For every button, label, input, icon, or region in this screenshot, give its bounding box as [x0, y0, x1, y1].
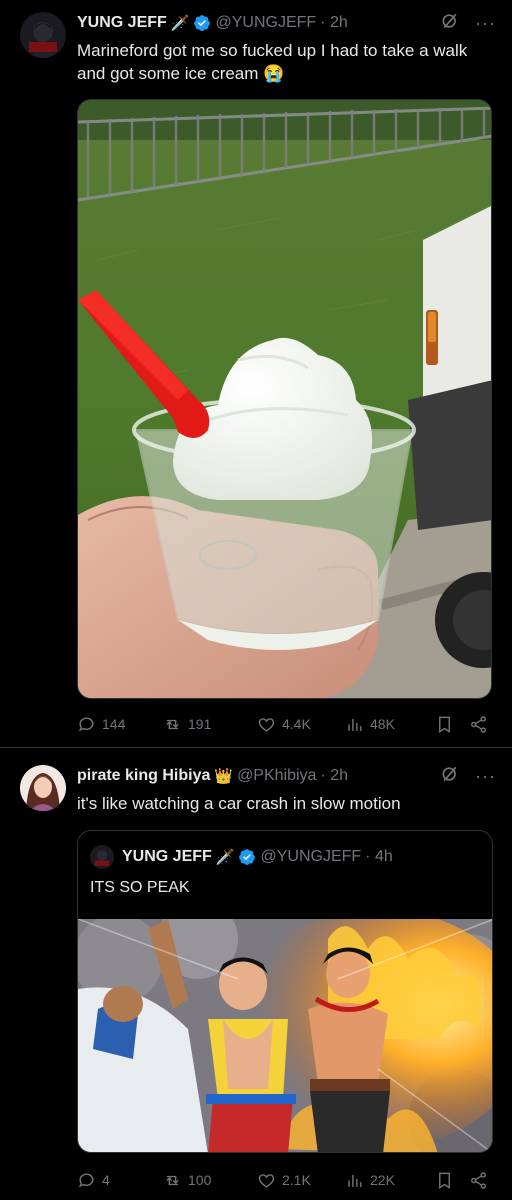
- avatar[interactable]: [90, 845, 114, 869]
- quoted-tweet[interactable]: YUNG JEFF 🗡️ @YUNGJEFF · 4h ITS SO PEAK: [77, 830, 493, 1153]
- verified-icon: [238, 848, 256, 866]
- views-button[interactable]: 48K: [345, 715, 395, 734]
- bookmark-button[interactable]: [435, 1171, 454, 1190]
- retweet-count: 100: [188, 1172, 212, 1188]
- tweet-time[interactable]: · 2h: [320, 767, 348, 785]
- reply-icon: [78, 716, 94, 731]
- tweet[interactable]: YUNG JEFF 🗡️ @YUNGJEFF · 2h ··· Marinefo…: [0, 0, 512, 748]
- tweet-header: pirate king Hibiya 👑 @PKhibiya · 2h ···: [77, 765, 496, 787]
- quote-text: ITS SO PEAK: [90, 879, 190, 896]
- views-count: 22K: [370, 1172, 395, 1188]
- like-icon: [258, 1173, 275, 1188]
- quote-photo[interactable]: [78, 919, 492, 1152]
- reply-count: 4: [102, 1172, 110, 1188]
- bookmark-icon: [439, 716, 450, 733]
- author-handle[interactable]: @PKhibiya: [237, 767, 316, 785]
- reply-button[interactable]: 4: [77, 1171, 110, 1190]
- share-button[interactable]: [469, 715, 488, 734]
- grok-icon[interactable]: [440, 764, 460, 789]
- views-count: 48K: [370, 716, 395, 732]
- more-icon[interactable]: ···: [475, 13, 496, 34]
- tweet-actions: 144 191 4.4K 48K: [77, 712, 492, 736]
- tweet-text: Marineford got me so fucked up I had to …: [77, 41, 468, 83]
- bookmark-icon: [439, 1172, 450, 1189]
- share-icon: [471, 715, 486, 733]
- grok-icon[interactable]: [440, 11, 460, 36]
- quote-header: YUNG JEFF 🗡️ @YUNGJEFF · 4h: [122, 846, 482, 868]
- like-count: 4.4K: [282, 716, 311, 732]
- tweet-header: YUNG JEFF 🗡️ @YUNGJEFF · 2h ···: [77, 12, 496, 34]
- retweet-icon: [166, 1175, 179, 1185]
- views-button[interactable]: 22K: [345, 1171, 395, 1190]
- retweet-button[interactable]: 191: [163, 715, 211, 734]
- retweet-count: 191: [188, 716, 212, 732]
- author-name[interactable]: pirate king Hibiya: [77, 767, 210, 785]
- bookmark-button[interactable]: [435, 715, 454, 734]
- share-icon: [471, 1171, 486, 1189]
- author-emoji: 🗡️: [170, 15, 190, 32]
- retweet-icon: [166, 719, 179, 729]
- verified-icon: [193, 14, 211, 32]
- share-button[interactable]: [469, 1171, 488, 1190]
- tweet-photo[interactable]: [77, 99, 492, 699]
- tweet-text: it's like watching a car crash in slow m…: [77, 794, 401, 813]
- tweet-time[interactable]: · 2h: [320, 14, 348, 32]
- quote-time: · 4h: [365, 848, 393, 865]
- author-emoji: 👑: [214, 768, 234, 785]
- author-name[interactable]: YUNG JEFF: [77, 14, 167, 32]
- avatar[interactable]: [20, 765, 66, 811]
- quote-author-handle: @YUNGJEFF: [260, 848, 362, 865]
- like-icon: [258, 717, 275, 732]
- like-button[interactable]: 2.1K: [257, 1171, 311, 1190]
- reply-icon: [78, 1172, 94, 1187]
- like-count: 2.1K: [282, 1172, 311, 1188]
- like-button[interactable]: 4.4K: [257, 715, 311, 734]
- tweet-actions: 4 100 2.1K 22K: [77, 1168, 492, 1192]
- quote-author-name: YUNG JEFF: [122, 848, 212, 865]
- avatar[interactable]: [20, 12, 66, 58]
- views-icon: [348, 1174, 362, 1187]
- reply-count: 144: [102, 716, 126, 732]
- more-icon[interactable]: ···: [475, 766, 496, 787]
- author-handle[interactable]: @YUNGJEFF: [215, 14, 316, 32]
- reply-button[interactable]: 144: [77, 715, 125, 734]
- retweet-button[interactable]: 100: [163, 1171, 211, 1190]
- quote-author-emoji: 🗡️: [215, 849, 235, 866]
- views-icon: [348, 718, 362, 731]
- tweet[interactable]: pirate king Hibiya 👑 @PKhibiya · 2h ··· …: [0, 749, 512, 1200]
